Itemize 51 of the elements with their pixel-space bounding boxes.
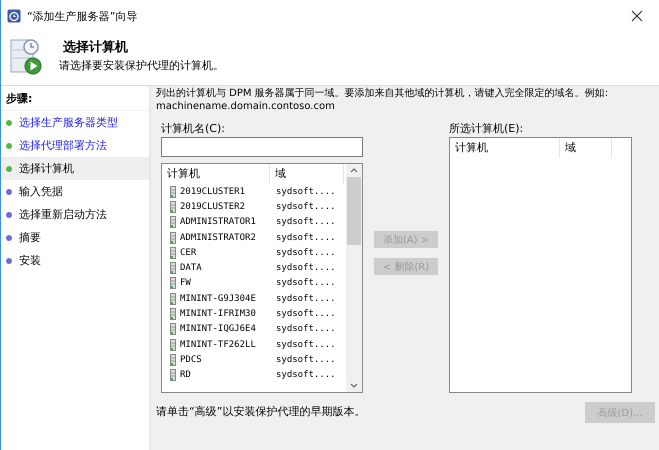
computer-row[interactable]: PDCS sydsoft.... [162, 352, 346, 368]
server-icon [170, 354, 176, 366]
server-icon [170, 200, 176, 213]
server-icon [170, 277, 176, 290]
column-header[interactable]: 域 [560, 138, 612, 158]
app-icon [7, 9, 21, 23]
computer-name-field[interactable] [161, 137, 363, 157]
computer-row[interactable]: DATA sydsoft.... [162, 260, 346, 276]
step-item[interactable]: 选择代理部署方法 [1, 134, 149, 157]
step-item[interactable]: 输入凭据 [1, 180, 149, 203]
server-icon [170, 292, 176, 305]
scroll-down-icon[interactable] [350, 383, 358, 388]
step-item[interactable]: 选择计算机 [1, 157, 149, 180]
description-text: 列出的计算机与 DPM 服务器属于同一域。要添加来自其他域的计算机，请键入完全限定的域名。例如: machinename.domain.contoso.com [156, 86, 610, 113]
computer-row[interactable]: RD sydsoft.... [162, 368, 346, 383]
column-header[interactable]: 计算机 [450, 138, 560, 158]
steps-heading: 步骤: [1, 86, 149, 111]
computer-row[interactable]: MININT-TF262LL sydsoft.... [162, 336, 346, 352]
computer-row[interactable]: MININT-G9J304E sydsoft.... [162, 291, 346, 306]
server-icon [170, 262, 176, 274]
scroll-up-icon[interactable] [350, 168, 358, 173]
server-icon [170, 186, 176, 198]
step-item[interactable]: 选择生产服务器类型 [1, 111, 149, 134]
server-icon [170, 232, 176, 244]
computer-row[interactable]: MININT-IFRIM30 sydsoft.... [162, 306, 346, 322]
step-item[interactable]: 选择重新启动方法 [1, 203, 149, 226]
page-title: 选择计算机 [62, 39, 129, 56]
field-label: 所选计算机(E): [449, 121, 524, 137]
scrollbar[interactable] [346, 164, 362, 392]
field-label: 计算机名(C): [161, 121, 226, 137]
server-icon [170, 369, 176, 382]
server-icon [170, 323, 176, 336]
computer-row[interactable]: 2019CLUSTER2 sydsoft.... [162, 199, 346, 215]
column-header[interactable]: 域 [270, 164, 344, 184]
server-icon [170, 216, 176, 228]
column-header[interactable]: 计算机 [162, 164, 270, 184]
window-title: “添加生产服务器”向导 [27, 8, 138, 24]
close-icon[interactable] [631, 10, 643, 22]
page-subtitle: 请选择要安装保护代理的计算机。 [59, 58, 224, 73]
server-icon [170, 338, 176, 351]
computer-row[interactable]: MININT-IQGJ6E4 sydsoft.... [162, 322, 346, 337]
step-item[interactable]: 摘要 [1, 226, 149, 249]
hint-text: 请单击“高级”以安装保护代理的早期版本。 [156, 404, 366, 419]
computer-row[interactable]: FW sydsoft.... [162, 276, 346, 292]
server-icon [170, 308, 176, 320]
computer-row[interactable]: CER sydsoft.... [162, 245, 346, 260]
computer-row[interactable]: ADMINISTRATOR1 sydsoft.... [162, 214, 346, 230]
computer-row[interactable]: 2019CLUSTER1 sydsoft.... [162, 184, 346, 200]
server-icon [170, 246, 176, 259]
step-item[interactable]: 安装 [1, 249, 149, 272]
computer-row[interactable]: ADMINISTRATOR2 sydsoft.... [162, 230, 346, 246]
